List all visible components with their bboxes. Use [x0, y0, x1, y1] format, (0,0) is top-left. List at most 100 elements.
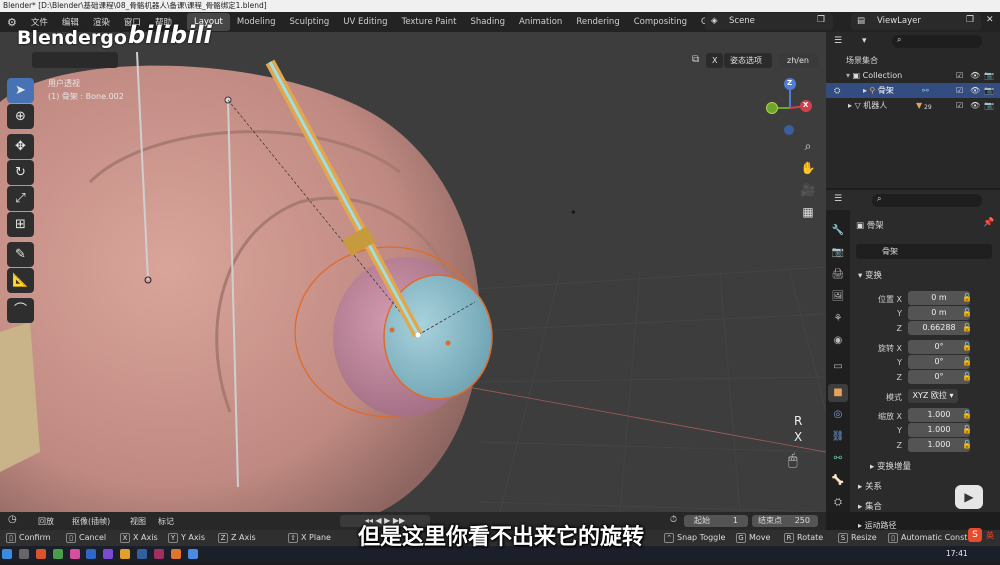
- lock-icon[interactable]: 🔓: [962, 372, 972, 381]
- scale-x-field[interactable]: 1.000: [908, 408, 970, 422]
- scene-tab-icon[interactable]: ⚘: [828, 310, 848, 328]
- constraints-tab-icon[interactable]: ⛓: [828, 428, 848, 446]
- collection-tab-icon[interactable]: ▭: [828, 358, 848, 376]
- app-icon[interactable]: [69, 549, 80, 559]
- playback-menu[interactable]: 回放: [38, 516, 54, 527]
- properties-editor-icon[interactable]: ☰: [834, 194, 842, 204]
- rotation-y-field[interactable]: 0°: [908, 355, 970, 369]
- view-layer-remove-icon[interactable]: ✕: [986, 15, 994, 25]
- rotation-z-field[interactable]: 0°: [908, 370, 970, 384]
- lock-icon[interactable]: 🔓: [962, 308, 972, 317]
- annotate-tool-icon[interactable]: ✎: [7, 242, 34, 267]
- bone-constraint-tab-icon[interactable]: ⛭: [828, 494, 848, 512]
- render-tab-icon[interactable]: 📷: [828, 244, 848, 262]
- outliner-item-robot[interactable]: ▸ ▽ 机器人 ▼ 29 ☑ 👁 📷: [826, 98, 1000, 113]
- view-menu[interactable]: 视图: [130, 516, 146, 527]
- start-frame-field[interactable]: 起始 1: [684, 515, 748, 527]
- scene-selector[interactable]: ◈ Scene: [705, 13, 833, 30]
- move-tool-icon[interactable]: ✥: [7, 134, 34, 159]
- workspace-tab-sculpting[interactable]: Sculpting: [283, 13, 337, 31]
- eye-icon[interactable]: 👁: [970, 98, 980, 113]
- workspace-tab-compositing[interactable]: Compositing: [627, 13, 694, 31]
- timeline-editor-icon[interactable]: ◷: [8, 514, 17, 525]
- checkbox-icon[interactable]: ☑: [956, 68, 963, 83]
- delta-transform-header[interactable]: ▸ 变换增量: [870, 459, 911, 475]
- scale-y-field[interactable]: 1.000: [908, 423, 970, 437]
- marker-menu[interactable]: 标记: [158, 516, 174, 527]
- camera-icon[interactable]: 📷: [984, 98, 994, 113]
- windows-start-icon[interactable]: [2, 549, 12, 559]
- eye-icon[interactable]: 👁: [970, 83, 980, 98]
- checkbox-icon[interactable]: ☑: [956, 98, 963, 113]
- outliner-search-input[interactable]: ⌕: [892, 35, 982, 48]
- tool-tab-icon[interactable]: 🔧: [828, 222, 848, 240]
- app-icon[interactable]: [120, 549, 131, 559]
- camera-icon[interactable]: 📷: [984, 68, 994, 83]
- lock-icon[interactable]: 🔓: [962, 440, 972, 449]
- video-player-icon[interactable]: ▶: [955, 485, 983, 509]
- outliner-scene-collection[interactable]: 场景集合: [826, 53, 1000, 68]
- workspace-tab-modeling[interactable]: Modeling: [230, 13, 283, 31]
- transform-tool-icon[interactable]: ⊞: [7, 212, 34, 237]
- workspace-tab-texture-paint[interactable]: Texture Paint: [395, 13, 464, 31]
- scale-tool-icon[interactable]: ⤢: [7, 186, 34, 211]
- zoom-icon[interactable]: ⌕: [798, 136, 818, 156]
- outliner-item-collection[interactable]: ▾ ▣ Collection ☑ 👁 📷: [826, 68, 1000, 83]
- app-icon[interactable]: [153, 549, 164, 559]
- select-mode-buttons[interactable]: [32, 52, 118, 68]
- output-tab-icon[interactable]: 🖨: [828, 266, 848, 284]
- lock-icon[interactable]: 🔓: [962, 323, 972, 332]
- checkbox-icon[interactable]: ☑: [956, 83, 963, 98]
- measure-tool-icon[interactable]: 📐: [7, 268, 34, 293]
- select-tool-icon[interactable]: ➤: [7, 78, 34, 103]
- camera-icon[interactable]: 📷: [984, 83, 994, 98]
- pose-options-dropdown[interactable]: 姿态选项: [724, 53, 772, 68]
- bone-tab-icon[interactable]: 🦴: [828, 472, 848, 490]
- workspace-tab-uv-editing[interactable]: UV Editing: [336, 13, 394, 31]
- outliner-item-armature[interactable]: ⛭ ▸ ⚲ 骨架 ⚯ ☑ 👁 📷: [826, 83, 1000, 98]
- relations-header[interactable]: ▸ 关系: [858, 479, 882, 495]
- lang-toggle-button[interactable]: zh/en: [778, 53, 818, 68]
- collections-header[interactable]: ▸ 集合: [858, 499, 882, 515]
- object-tab-icon[interactable]: ■: [828, 384, 848, 402]
- workspace-tab-animation[interactable]: Animation: [512, 13, 569, 31]
- sogou-ime-icon[interactable]: S: [968, 528, 982, 542]
- lock-icon[interactable]: 🔓: [962, 342, 972, 351]
- scale-z-field[interactable]: 1.000: [908, 438, 970, 452]
- workspace-tab-shading[interactable]: Shading: [463, 13, 512, 31]
- blender-taskbar-icon[interactable]: [170, 549, 181, 559]
- workspace-tab-rendering[interactable]: Rendering: [569, 13, 626, 31]
- scene-copy-icon[interactable]: ❐: [817, 15, 825, 25]
- transform-section-header[interactable]: ▾ 变换: [858, 268, 882, 284]
- eye-icon[interactable]: 👁: [970, 68, 980, 83]
- pin-icon[interactable]: 📌: [983, 218, 994, 228]
- axis-x-toggle[interactable]: X: [706, 53, 724, 68]
- location-z-field[interactable]: 0.66288: [908, 321, 970, 335]
- stopwatch-icon[interactable]: ⏱: [670, 515, 677, 525]
- view-layer-selector[interactable]: ▤ ViewLayer: [851, 13, 981, 30]
- camera-view-icon[interactable]: 🎥: [798, 180, 818, 200]
- lock-icon[interactable]: 🔓: [962, 410, 972, 419]
- rotation-mode-dropdown[interactable]: XYZ 欧拉 ▾: [908, 389, 958, 403]
- app-icon[interactable]: [35, 549, 46, 559]
- app-icon[interactable]: [52, 549, 63, 559]
- rotate-tool-icon[interactable]: ↻: [7, 160, 34, 185]
- 3d-viewport[interactable]: 用户透视 (1) 骨架 : Bone.002 ⧉ X 姿态选项 zh/en Z …: [0, 32, 826, 512]
- outliner-editor-icon[interactable]: ☰: [834, 36, 842, 46]
- lock-icon[interactable]: 🔓: [962, 293, 972, 302]
- transform-pivot-icon[interactable]: ⧉: [692, 54, 699, 65]
- cursor-tool-icon[interactable]: ⊕: [7, 104, 34, 129]
- object-name-field[interactable]: 骨架: [856, 244, 992, 259]
- pan-hand-icon[interactable]: ✋: [798, 158, 818, 178]
- lock-icon[interactable]: 🔓: [962, 425, 972, 434]
- end-frame-field[interactable]: 结束点 250: [752, 515, 818, 527]
- view-layer-copy-icon[interactable]: ❐: [966, 15, 974, 25]
- app-icon[interactable]: [103, 549, 114, 559]
- outliner-filter-icon[interactable]: ▾: [862, 36, 867, 46]
- view-layer-tab-icon[interactable]: 🖼: [828, 288, 848, 306]
- location-x-field[interactable]: 0 m: [908, 291, 970, 305]
- rotation-x-field[interactable]: 0°: [908, 340, 970, 354]
- lock-icon[interactable]: 🔓: [962, 357, 972, 366]
- app-icon[interactable]: [86, 549, 97, 559]
- physics-tab-icon[interactable]: ◎: [828, 406, 848, 424]
